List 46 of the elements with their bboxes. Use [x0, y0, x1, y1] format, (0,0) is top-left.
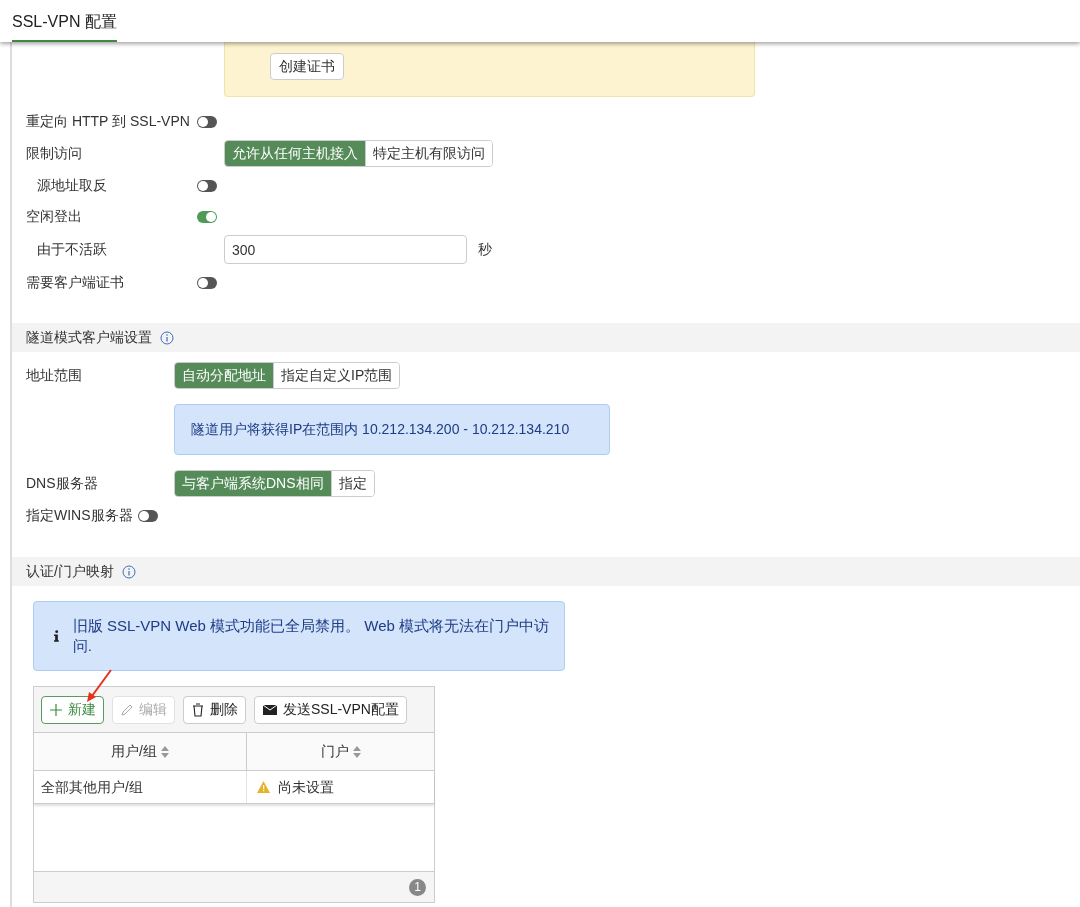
segment-option[interactable]: 允许从任何主机接入 — [225, 141, 365, 166]
info-icon — [54, 630, 59, 642]
segment-option[interactable]: 指定自定义IP范围 — [273, 363, 400, 388]
info-icon — [160, 330, 174, 345]
column-header[interactable]: 门户 — [247, 733, 434, 770]
field-label: 源地址取反 — [36, 176, 108, 195]
segment-option[interactable]: 自动分配地址 — [175, 363, 273, 388]
section-title: 隧道模式客户端设置 — [26, 328, 152, 347]
field-label: 由于不活跃 — [36, 240, 108, 259]
info-message: 旧版 SSL-VPN Web 模式功能已全局禁用。 Web 模式将无法在门户中访问. — [72, 616, 550, 656]
number-input-field[interactable]: 300 — [224, 235, 467, 264]
annotation-arrow — [84, 668, 114, 704]
table-cell: 尚未设置 — [247, 771, 434, 803]
field-label: DNS服务器 — [26, 474, 99, 493]
unit-label: 秒 — [478, 240, 492, 259]
sort-icon — [160, 745, 169, 758]
create-certificate-button[interactable]: 创建证书 — [270, 53, 344, 80]
delete-button[interactable]: 删除 — [183, 695, 246, 724]
section-title: 认证/门户映射 — [26, 562, 114, 581]
field-label: 重定向 HTTP 到 SSL-VPN — [26, 112, 191, 131]
new-button[interactable]: 新建 — [41, 695, 104, 724]
info-message: 隧道用户将获得IP在范围内 10.212.134.200 - 10.212.134.210 — [174, 404, 610, 455]
toggle-switch[interactable] — [197, 115, 217, 128]
count-badge: 1 — [409, 878, 426, 896]
field-label: 限制访问 — [26, 144, 83, 163]
segment-option[interactable]: 指定 — [330, 471, 374, 496]
toggle-switch[interactable] — [197, 210, 217, 223]
tab[interactable]: SSL-VPN 配置 — [12, 10, 117, 42]
send-button[interactable]: 发送SSL-VPN配置 — [254, 695, 407, 724]
toggle-switch[interactable] — [197, 179, 217, 192]
envelope-icon — [262, 702, 278, 717]
sort-icon — [352, 745, 361, 758]
plus-icon — [49, 702, 63, 717]
pencil-icon — [120, 702, 134, 717]
segment-option[interactable]: 与客户端系统DNS相同 — [175, 471, 331, 496]
field-label: 空闲登出 — [26, 207, 83, 226]
field-label: 需要客户端证书 — [26, 273, 125, 292]
toggle-switch[interactable] — [197, 276, 217, 289]
field-label: 地址范围 — [26, 366, 83, 385]
info-icon — [121, 564, 136, 579]
field-label: 指定WINS服务器 — [26, 506, 133, 525]
column-header[interactable]: 用户/组 — [34, 733, 247, 770]
trash-icon — [191, 702, 205, 717]
segment-option[interactable]: 特定主机有限访问 — [365, 141, 492, 166]
table-cell: 全部其他用户/组 — [34, 771, 247, 803]
toggle-switch[interactable] — [137, 509, 158, 522]
